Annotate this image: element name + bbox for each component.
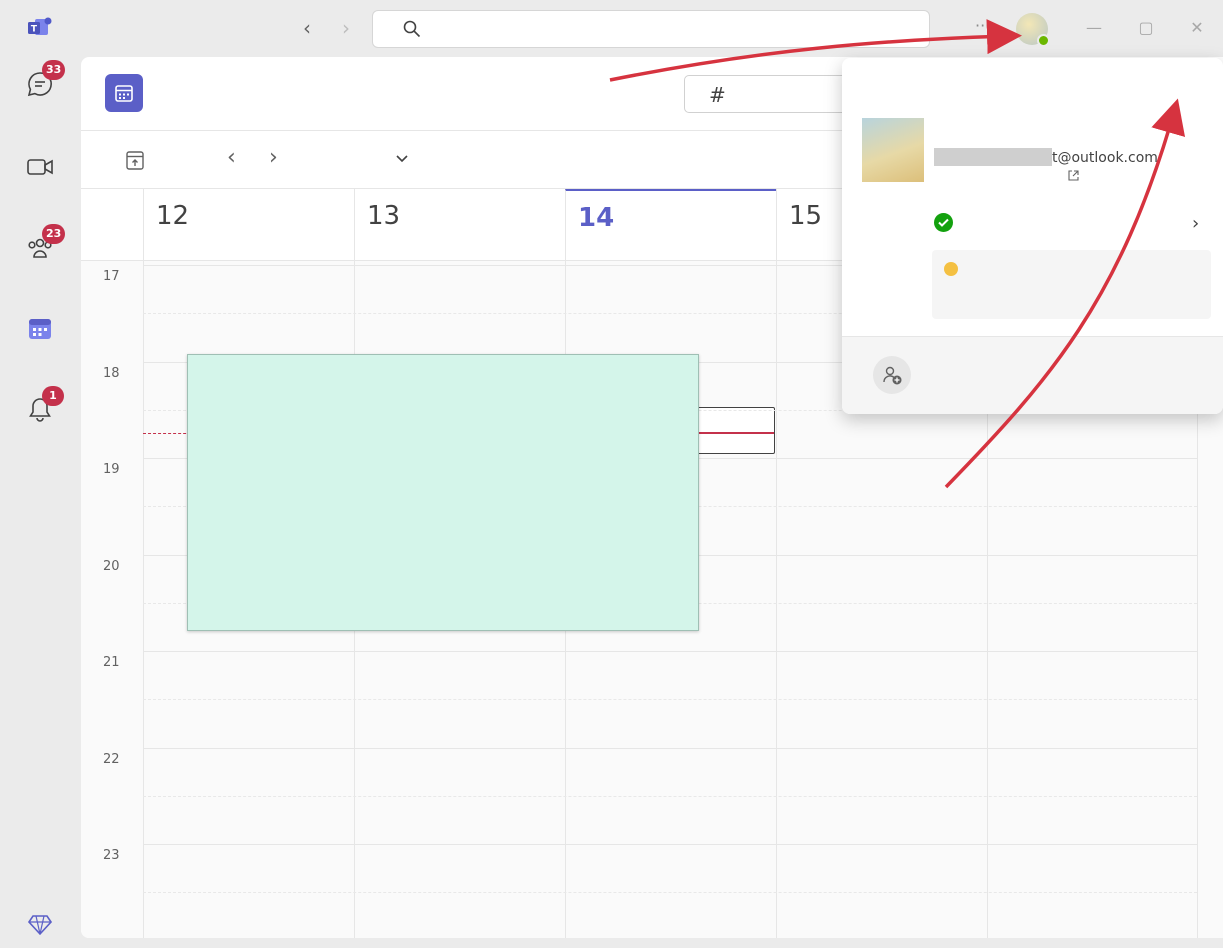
half-hour-gridline [143,892,1197,894]
next-week-button[interactable]: › [269,145,278,170]
status-message-box[interactable] [932,250,1211,319]
search-icon [403,20,421,38]
bell-icon: 1 [26,386,64,424]
column-divider [776,261,777,938]
calendar-app-icon [105,74,143,112]
previous-week-button[interactable]: ‹ [227,145,236,170]
available-status-icon [934,213,953,232]
account-avatar [862,118,924,182]
account-email: t@outlook.com [934,148,1158,166]
day-header[interactable]: 13 [354,189,565,261]
unread-badge: 23 [42,224,66,244]
rail-item-community[interactable]: 23 [0,224,80,266]
search-box[interactable] [372,10,930,48]
day-number: 13 [367,201,401,231]
redaction [934,148,1052,166]
hour-label: 19 [103,462,120,477]
add-account-row[interactable] [842,337,1223,414]
chevron-down-icon[interactable] [394,150,410,166]
day-header[interactable]: 12 [143,189,354,261]
half-hour-gridline [143,795,1197,797]
external-link-icon [1068,170,1079,181]
chevron-right-icon[interactable]: › [1192,213,1199,234]
hour-gridline [143,651,1197,652]
hour-gridline [143,747,1197,749]
day-number: 14 [578,203,615,233]
search-input[interactable] [443,19,903,41]
hour-label: 18 [103,365,120,381]
available-status-icon [1037,34,1050,47]
unread-badge: 33 [42,60,66,80]
account-flyout: t@outlook.com › [842,58,1223,414]
half-hour-gridline [143,699,1197,701]
title-bar: T ‹ › ··· — ▢ ✕ [0,0,1223,57]
today-icon [126,151,144,170]
maximize-button[interactable]: ▢ [1136,18,1156,38]
rail-item-calendar[interactable] [0,315,80,347]
hour-label: 17 [103,269,120,284]
rail-item-activity[interactable]: 1 [0,386,80,428]
hour-label: 22 [103,751,120,767]
profile-avatar[interactable] [1016,13,1050,47]
video-icon [26,153,54,181]
event-block[interactable] [697,407,775,454]
more-options-icon[interactable]: ··· [975,16,990,35]
instruction-callout [187,354,699,631]
rail-item-meet[interactable] [0,153,80,185]
chat-icon: 33 [26,60,66,98]
diamond-icon[interactable] [28,914,52,936]
hour-label: 23 [103,848,120,863]
emoji-icon [944,262,958,276]
hour-label: 20 [103,558,120,574]
minimize-button[interactable]: — [1084,18,1104,38]
close-button[interactable]: ✕ [1187,18,1207,38]
hash-icon: # [709,83,726,107]
back-button[interactable]: ‹ [297,18,317,40]
unread-badge: 1 [42,386,64,406]
rail-item-chat[interactable]: 33 [0,60,80,102]
day-number: 12 [156,201,190,231]
hour-label: 21 [103,655,120,670]
community-icon: 23 [26,224,66,262]
teams-logo-icon: T [28,17,52,35]
day-number: 15 [789,201,823,231]
forward-button[interactable]: › [336,18,356,40]
svg-text:T: T [31,25,38,35]
add-person-icon [873,356,911,394]
calendar-icon [26,315,54,343]
day-header-today[interactable]: 14 [565,189,776,261]
hour-gridline [143,844,1197,845]
column-divider [143,261,144,938]
account-email-text: t@outlook.com [1052,150,1158,166]
